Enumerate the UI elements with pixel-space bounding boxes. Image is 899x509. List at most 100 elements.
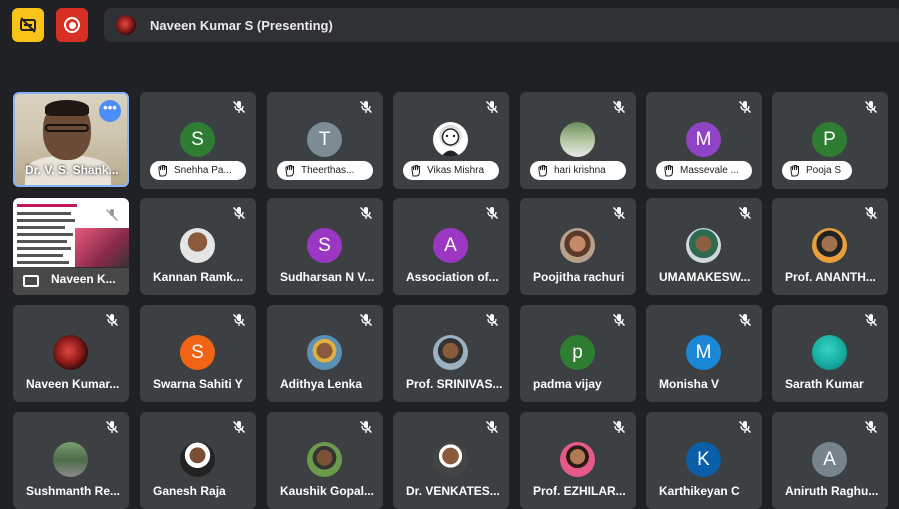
presenting-text: Naveen Kumar S (Presenting) — [150, 17, 333, 33]
mic-off-icon — [738, 313, 752, 327]
participant-name: Dr. VENKATES... — [406, 484, 500, 498]
mic-off-icon — [359, 206, 373, 220]
raised-hand-icon — [411, 165, 420, 177]
participant-tile[interactable]: Vikas Mishra — [393, 92, 509, 189]
participant-tile[interactable]: Prof. EZHILAR... — [520, 412, 636, 509]
participant-tile[interactable]: P Pooja S — [772, 92, 888, 189]
participant-name: Adithya Lenka — [280, 377, 363, 391]
participant-name: Naveen K... — [51, 272, 116, 286]
avatar: M — [686, 335, 721, 370]
more-options-button[interactable]: ••• — [99, 100, 121, 122]
raised-hand-badge: Massevale ... — [656, 161, 752, 180]
mic-off-icon — [738, 100, 752, 114]
avatar: S — [307, 228, 342, 263]
participant-tile[interactable]: T Theerthas... — [267, 92, 383, 189]
participant-name: Kaushik Gopal... — [280, 484, 375, 498]
participant-tile[interactable]: S Sudharsan N V... — [267, 198, 383, 295]
participant-tile[interactable]: Ganesh Raja — [140, 412, 256, 509]
participant-tile[interactable]: Dr. VENKATES... — [393, 412, 509, 509]
mic-off-icon — [485, 313, 499, 327]
self-view-tile[interactable]: ••• Dr. V. S. Shank... — [13, 92, 129, 187]
participant-name: Prof. EZHILAR... — [533, 484, 626, 498]
participant-name: Prof. SRINIVAS... — [406, 377, 503, 391]
raised-hand-badge: hari krishna — [530, 161, 626, 180]
mic-off-icon — [105, 313, 119, 327]
avatar — [812, 228, 847, 263]
raised-hand-icon — [790, 165, 799, 177]
mic-off-icon — [864, 206, 878, 220]
participant-tile[interactable]: Sarath Kumar — [772, 305, 888, 402]
participant-tile[interactable]: A Aniruth Raghu... — [772, 412, 888, 509]
mic-off-icon — [485, 206, 499, 220]
participant-name: Sushmanth Re... — [26, 484, 121, 498]
avatar — [53, 335, 88, 370]
participant-tile[interactable]: Adithya Lenka — [267, 305, 383, 402]
avatar — [53, 442, 88, 477]
avatar — [812, 335, 847, 370]
participant-name: Vikas Mishra — [427, 165, 485, 176]
captions-off-button[interactable] — [12, 8, 44, 42]
participant-tile[interactable]: Prof. ANANTH... — [772, 198, 888, 295]
mic-off-icon — [359, 100, 373, 114]
participant-tile[interactable]: K Karthikeyan C — [646, 412, 762, 509]
mic-off-icon — [359, 420, 373, 434]
mic-off-icon — [612, 420, 626, 434]
avatar: S — [180, 122, 215, 157]
avatar: K — [686, 442, 721, 477]
presenting-banner[interactable]: Naveen Kumar S (Presenting) — [104, 8, 899, 42]
screen-share-tile[interactable]: Naveen K... — [13, 198, 129, 295]
participant-name: Prof. ANANTH... — [785, 270, 876, 284]
participant-name: hari krishna — [554, 165, 606, 176]
participant-tile[interactable]: UMAMAKESW... — [646, 198, 762, 295]
participant-name: Snehha Pa... — [174, 165, 232, 176]
mic-off-icon — [232, 206, 246, 220]
avatar — [180, 228, 215, 263]
participant-tile[interactable]: Kannan Ramk... — [140, 198, 256, 295]
participant-tile[interactable]: S Snehha Pa... — [140, 92, 256, 189]
raised-hand-badge: Theerthas... — [277, 161, 373, 180]
participant-name: Sudharsan N V... — [280, 270, 375, 284]
raised-hand-icon — [664, 165, 673, 177]
avatar: M — [686, 122, 721, 157]
avatar — [433, 122, 468, 157]
participant-tile[interactable]: p padma vijay — [520, 305, 636, 402]
avatar — [307, 442, 342, 477]
avatar: p — [560, 335, 595, 370]
mic-off-icon — [864, 100, 878, 114]
recording-button[interactable] — [56, 8, 88, 42]
participant-tile[interactable]: Kaushik Gopal... — [267, 412, 383, 509]
participant-tile[interactable]: M Massevale ... — [646, 92, 762, 189]
participant-name: Karthikeyan C — [659, 484, 740, 498]
participant-tile[interactable]: Poojitha rachuri — [520, 198, 636, 295]
participant-tile[interactable]: A Association of... — [393, 198, 509, 295]
mic-off-icon — [105, 420, 119, 434]
mic-off-icon — [232, 313, 246, 327]
participant-tile[interactable]: S Swarna Sahiti Y — [140, 305, 256, 402]
mic-off-icon — [485, 420, 499, 434]
participant-name: Aniruth Raghu... — [785, 484, 879, 498]
participant-tile[interactable]: hari krishna — [520, 92, 636, 189]
avatar: A — [812, 442, 847, 477]
mic-off-icon — [864, 420, 878, 434]
avatar — [307, 335, 342, 370]
mic-off-icon — [738, 206, 752, 220]
participant-tile[interactable]: M Monisha V — [646, 305, 762, 402]
avatar: A — [433, 228, 468, 263]
participant-tile[interactable]: Naveen Kumar... — [13, 305, 129, 402]
participant-name: Naveen Kumar... — [26, 377, 120, 391]
avatar: T — [307, 122, 342, 157]
mic-off-icon — [864, 313, 878, 327]
participant-tile[interactable]: Sushmanth Re... — [13, 412, 129, 509]
participant-tile[interactable]: Prof. SRINIVAS... — [393, 305, 509, 402]
mic-off-icon — [232, 420, 246, 434]
participant-name: Dr. V. S. Shank... — [25, 163, 119, 177]
mic-off-icon — [359, 313, 373, 327]
mic-off-icon — [612, 206, 626, 220]
participant-name: Massevale ... — [680, 165, 739, 176]
avatar — [686, 228, 721, 263]
mic-off-icon — [485, 100, 499, 114]
participant-name: padma vijay — [533, 377, 602, 391]
participant-name: Association of... — [406, 270, 499, 284]
participant-name: Poojitha rachuri — [533, 270, 625, 284]
avatar: P — [812, 122, 847, 157]
